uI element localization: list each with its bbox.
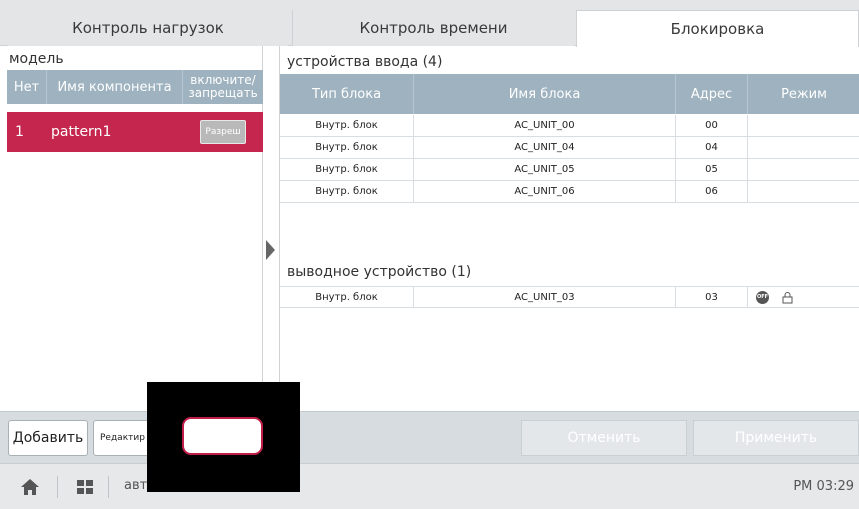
pattern-row[interactable]: 1 pattern1 Разреш	[7, 112, 263, 152]
unit-type: Внутр. блок	[280, 115, 414, 136]
header-name: Имя компонента	[47, 70, 183, 104]
pattern-table-header: Нет Имя компонента включите/ запрещать	[7, 70, 263, 104]
off-icon: OFF	[756, 290, 769, 304]
tab-time-control[interactable]: Контроль времени	[292, 10, 574, 46]
input-devices-title: устройства ввода (4)	[287, 54, 443, 70]
unit-name: AC_UNIT_00	[414, 115, 676, 136]
cancel-button[interactable]: Отменить	[521, 420, 687, 456]
devices-table-header: Тип блока Имя блока Адрес Режим	[280, 74, 859, 114]
home-icon[interactable]	[20, 478, 40, 496]
unit-type: Внутр. блок	[280, 181, 414, 202]
unit-type: Внутр. блок	[280, 137, 414, 158]
unit-type: Внутр. блок	[280, 159, 414, 180]
devices-panel: устройства ввода (4) Тип блока Имя блока…	[279, 46, 859, 411]
header-mode: Режим	[781, 86, 827, 102]
header-enable: включите/ запрещать	[188, 73, 258, 100]
tab-bar: Контроль нагрузок Контроль времени Блоки…	[0, 0, 859, 47]
pattern-row-no: 1	[15, 124, 24, 140]
action-bar: Добавить Редактир Отменить Применить	[0, 411, 859, 463]
pattern-row-name: pattern1	[51, 124, 112, 140]
input-device-row[interactable]: Внутр. блок AC_UNIT_06 06	[280, 181, 859, 203]
pattern-row-action: Разреш	[183, 120, 263, 144]
tab-interlock[interactable]: Блокировка	[576, 10, 859, 47]
unit-name: AC_UNIT_04	[414, 137, 676, 158]
allow-button[interactable]: Разреш	[200, 120, 246, 144]
output-device-row[interactable]: Внутр. блок AC_UNIT_03 03 OFF	[280, 286, 859, 308]
unit-mode	[748, 159, 859, 180]
highlight-box	[182, 417, 263, 455]
unit-mode	[748, 137, 859, 158]
divider	[57, 476, 58, 498]
unit-address: 03	[676, 287, 748, 307]
expand-arrow-icon[interactable]	[266, 240, 275, 260]
divider	[108, 476, 109, 498]
unit-address: 04	[676, 137, 748, 158]
unit-address: 05	[676, 159, 748, 180]
lock-icon	[781, 291, 794, 304]
unit-mode	[748, 181, 859, 202]
apply-button[interactable]: Применить	[693, 420, 859, 456]
add-button[interactable]: Добавить	[8, 420, 88, 456]
header-address: Адрес	[676, 74, 748, 114]
status-bar: автоматизации PM 03:29	[0, 463, 859, 509]
input-device-row[interactable]: Внутр. блок AC_UNIT_04 04	[280, 137, 859, 159]
unit-name: AC_UNIT_06	[414, 181, 676, 202]
tab-load-control[interactable]: Контроль нагрузок	[8, 10, 288, 46]
input-device-row[interactable]: Внутр. блок AC_UNIT_00 00	[280, 115, 859, 137]
unit-mode	[748, 115, 859, 136]
clock: PM 03:29	[793, 479, 854, 494]
unit-mode: OFF	[748, 287, 859, 307]
header-unit-type: Тип блока	[280, 74, 414, 114]
unit-address: 06	[676, 181, 748, 202]
input-device-row[interactable]: Внутр. блок AC_UNIT_05 05	[280, 159, 859, 181]
output-devices-title: выводное устройство (1)	[287, 264, 472, 280]
unit-name: AC_UNIT_03	[414, 287, 676, 307]
unit-name: AC_UNIT_05	[414, 159, 676, 180]
pattern-panel: модель Нет Имя компонента включите/ запр…	[7, 46, 263, 411]
header-unit-name: Имя блока	[414, 74, 676, 114]
menu-grid-icon[interactable]	[77, 480, 93, 494]
pattern-title: модель	[9, 51, 64, 67]
header-no: Нет	[7, 70, 47, 104]
unit-type: Внутр. блок	[280, 287, 414, 307]
unit-address: 00	[676, 115, 748, 136]
